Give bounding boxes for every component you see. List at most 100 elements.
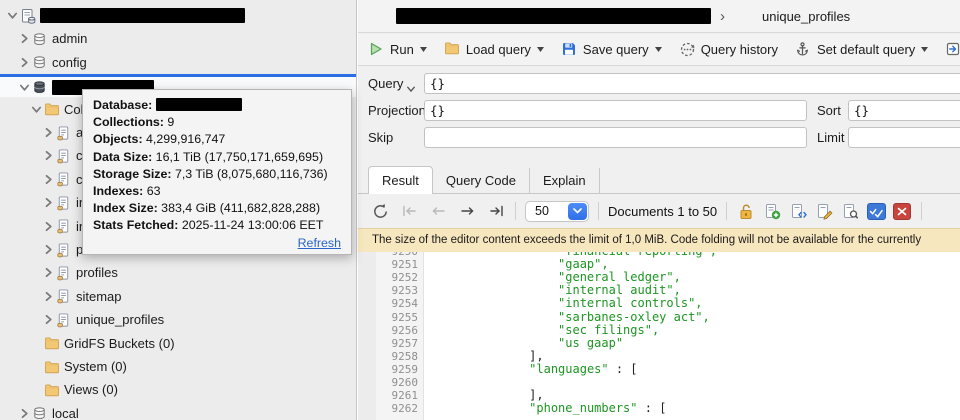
multi-select-icon[interactable] <box>866 202 886 220</box>
chevron-right-icon[interactable] <box>42 197 55 209</box>
code-content: "languages" : [ <box>428 363 638 376</box>
tree-item-config[interactable]: config <box>0 51 356 74</box>
line-number: 9255 <box>376 311 418 324</box>
tab-result[interactable]: Result <box>368 166 433 194</box>
next-page-icon[interactable] <box>457 202 477 220</box>
dropdown-caret-icon[interactable] <box>420 47 427 52</box>
tree-item-system-0-[interactable]: System (0) <box>0 355 356 378</box>
collection-icon <box>55 288 72 304</box>
edit-document-icon[interactable] <box>814 202 834 220</box>
collection-icon <box>55 148 72 164</box>
load-query-button[interactable]: Load query <box>444 41 544 58</box>
chevron-down-icon[interactable] <box>406 80 416 98</box>
connection-tree-sidebar: adminconfigColleadcocointintpeprofilessi… <box>0 0 357 420</box>
tree-item-redacted[interactable] <box>0 4 356 27</box>
chevron-right-icon[interactable] <box>42 267 55 279</box>
view-document-icon[interactable] <box>840 202 860 220</box>
chevron-spacer <box>30 361 43 373</box>
button-label: Run <box>390 42 414 57</box>
previous-page-icon[interactable] <box>428 202 448 220</box>
db-icon <box>31 54 48 70</box>
query-input[interactable] <box>424 73 960 94</box>
button-label: Set default query <box>817 42 915 57</box>
chevron-right-icon[interactable] <box>42 290 55 302</box>
tree-item-label: admin <box>52 31 87 46</box>
tab-query-code[interactable]: Query Code <box>433 168 530 194</box>
document-code-icon[interactable] <box>788 202 808 220</box>
folder-icon <box>43 382 60 398</box>
folder-icon <box>43 101 60 117</box>
toolbar-divider <box>515 202 516 220</box>
dropdown-caret-icon[interactable] <box>537 47 544 52</box>
skip-input[interactable] <box>424 127 807 148</box>
dropdown-caret-icon[interactable] <box>655 47 662 52</box>
json-result-editor[interactable]: 9250"financial reporting",9251"gaap",925… <box>358 228 960 420</box>
stat-row: Index Size: 383,4 GiB (411,682,828,288) <box>93 200 341 217</box>
tree-item-admin[interactable]: admin <box>0 27 356 50</box>
page-size-select[interactable]: 50 <box>525 201 589 222</box>
unlock-icon[interactable] <box>736 202 756 220</box>
tree-item-sitemap[interactable]: sitemap <box>0 285 356 308</box>
collection-icon <box>55 171 72 187</box>
result-toolbar: 50 Documents 1 to 50 <box>358 194 960 228</box>
result-tabs: ResultQuery CodeExplain <box>358 166 960 194</box>
chevron-right-icon[interactable] <box>18 33 31 45</box>
query-label: Query <box>368 73 403 94</box>
chevron-right-icon[interactable] <box>18 407 31 419</box>
database-stats-tooltip: Database: Collections: 9Objects: 4,299,9… <box>82 89 352 255</box>
tree-item-gridfs-buckets-0-[interactable]: GridFS Buckets (0) <box>0 332 356 355</box>
code-line: 9257"us gaap" <box>358 337 960 350</box>
tree-item-local[interactable]: local <box>0 402 356 420</box>
line-number: 9254 <box>376 297 418 310</box>
chevron-right-icon[interactable] <box>18 56 31 68</box>
anchor-icon <box>795 41 812 58</box>
chevron-right-icon[interactable] <box>42 173 55 185</box>
chevron-down-icon[interactable] <box>18 81 31 93</box>
stat-row: Data Size: 16,1 TiB (17,750,171,659,695) <box>93 149 341 166</box>
add-document-icon[interactable] <box>762 202 782 220</box>
sort-input[interactable] <box>848 100 960 121</box>
run-button[interactable]: Run <box>368 41 427 58</box>
projection-label: Projection <box>368 100 426 121</box>
chevron-right-icon[interactable] <box>42 127 55 139</box>
line-number: 9258 <box>376 350 418 363</box>
redacted-name <box>40 8 245 23</box>
tree-item-profiles[interactable]: profiles <box>0 261 356 284</box>
tree-item-label: local <box>52 406 79 420</box>
chevron-down-icon[interactable] <box>568 203 587 220</box>
line-number: 9257 <box>376 337 418 350</box>
collection-icon <box>55 125 72 141</box>
documents-range-status: Documents 1 to 50 <box>608 204 717 219</box>
folder-icon <box>444 41 461 58</box>
open-in-icon <box>945 41 960 58</box>
query-history-button[interactable]: Query history <box>679 41 778 58</box>
chevron-right-icon[interactable] <box>42 150 55 162</box>
tree-item-views-0-[interactable]: Views (0) <box>0 378 356 401</box>
save-query-button[interactable]: Save query <box>561 41 662 58</box>
toolbar-divider <box>726 202 727 220</box>
chevron-right-icon[interactable] <box>42 220 55 232</box>
skip-label: Skip <box>368 127 393 148</box>
stat-row: Stats Fetched: 2025-11-24 13:00:06 EET <box>93 217 341 234</box>
limit-input[interactable] <box>848 127 960 148</box>
projection-input[interactable] <box>424 100 807 121</box>
chevron-down-icon[interactable] <box>30 103 43 115</box>
tree-item-unique_profiles[interactable]: unique_profiles <box>0 308 356 331</box>
last-page-icon[interactable] <box>486 202 506 220</box>
db-icon <box>31 405 48 420</box>
refresh-results-icon[interactable] <box>370 202 390 220</box>
button-label: Load query <box>466 42 531 57</box>
chevron-down-icon[interactable] <box>6 10 19 22</box>
dropdown-caret-icon[interactable] <box>921 47 928 52</box>
chevron-spacer <box>30 337 43 349</box>
open-query-in-button[interactable]: Open query in... <box>945 41 960 58</box>
breadcrumb-collection-name: unique_profiles <box>762 9 850 24</box>
history-icon <box>679 41 696 58</box>
tab-explain[interactable]: Explain <box>530 168 600 194</box>
refresh-stats-link[interactable]: Refresh <box>298 236 341 250</box>
chevron-right-icon[interactable] <box>42 244 55 256</box>
first-page-icon[interactable] <box>399 202 419 220</box>
chevron-right-icon[interactable] <box>42 314 55 326</box>
delete-document-icon[interactable] <box>892 202 912 220</box>
set-default-query-button[interactable]: Set default query <box>795 41 928 58</box>
